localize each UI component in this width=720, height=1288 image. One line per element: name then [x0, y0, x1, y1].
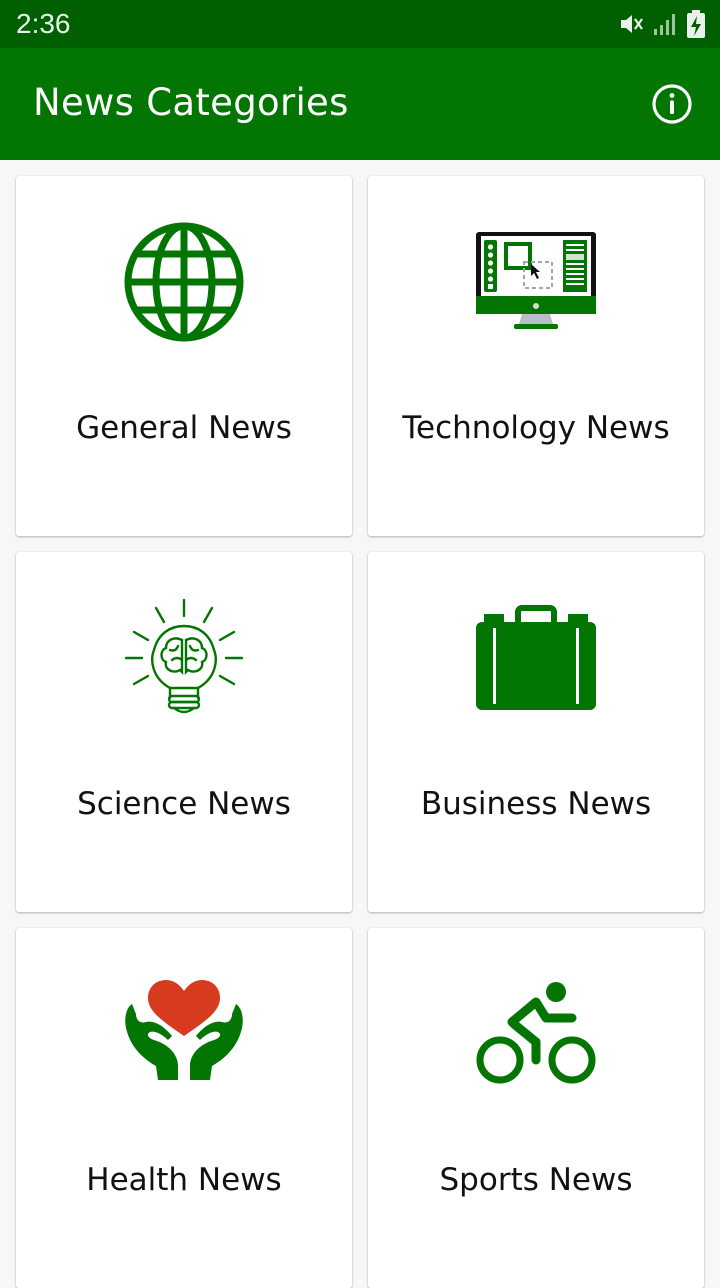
category-label: Business News	[420, 786, 652, 822]
category-card-general[interactable]: General News	[16, 176, 352, 536]
heart-hands-icon	[125, 980, 243, 1080]
category-card-health[interactable]: Health News	[16, 928, 352, 1288]
category-card-science[interactable]: Science News	[16, 552, 352, 912]
brain-lightbulb-icon	[124, 598, 244, 714]
briefcase-icon	[476, 605, 596, 710]
computer-monitor-icon	[476, 232, 596, 329]
category-card-business[interactable]: Business News	[368, 552, 704, 912]
category-card-technology[interactable]: Technology News	[368, 176, 704, 536]
category-card-sports[interactable]: Sports News	[368, 928, 704, 1288]
status-time: 2:36	[16, 8, 71, 39]
category-label: Sports News	[439, 1162, 633, 1198]
globe-icon	[124, 222, 244, 342]
status-icons	[618, 10, 706, 38]
cyclist-icon	[476, 982, 596, 1084]
signal-icon	[654, 14, 675, 35]
mute-icon	[621, 15, 643, 33]
info-button[interactable]	[650, 82, 694, 126]
page-title: News Categories	[33, 81, 349, 124]
category-label: Technology News	[402, 410, 670, 446]
battery-charging-icon	[687, 10, 705, 38]
category-label: Science News	[77, 786, 291, 822]
category-label: General News	[76, 410, 292, 446]
category-label: Health News	[86, 1162, 282, 1198]
info-icon	[652, 84, 692, 124]
app-bar: News Categories	[0, 48, 720, 160]
status-bar: 2:36	[0, 0, 720, 48]
